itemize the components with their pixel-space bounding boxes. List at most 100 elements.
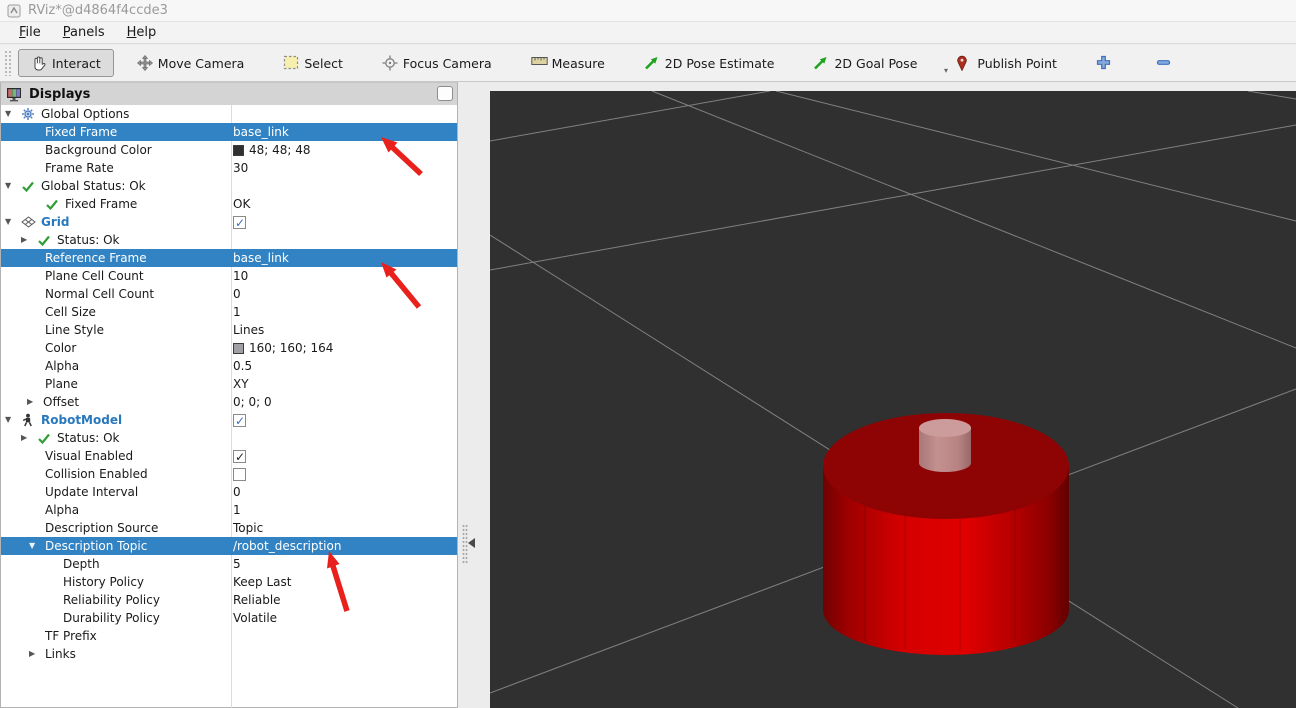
toolbar-button-label: Focus Camera: [403, 56, 492, 71]
property-value[interactable]: 1: [233, 303, 241, 321]
expander-open-icon[interactable]: ▼: [29, 537, 45, 555]
tree-row-line-style[interactable]: Line StyleLines: [1, 321, 457, 339]
tree-row-normal-cell-count[interactable]: Normal Cell Count0: [1, 285, 457, 303]
tree-row-plane[interactable]: Plane XY: [1, 375, 457, 393]
tree-row-history-policy[interactable]: History PolicyKeep Last: [1, 573, 457, 591]
toolbar-button-label: Measure: [552, 56, 605, 71]
property-value[interactable]: /robot_description: [233, 537, 341, 555]
property-value[interactable]: Topic: [233, 519, 263, 537]
property-value[interactable]: ✓: [233, 411, 246, 429]
focus-camera-button[interactable]: Focus Camera: [375, 49, 499, 77]
property-value[interactable]: [233, 465, 246, 483]
expander-closed-icon[interactable]: ▶: [21, 231, 37, 249]
property-value[interactable]: Lines: [233, 321, 264, 339]
property-value[interactable]: 160; 160; 164: [233, 339, 333, 357]
value-text: 1: [233, 501, 241, 519]
render-viewport[interactable]: [490, 91, 1296, 708]
color-swatch: [233, 343, 244, 354]
tree-row-cell-size[interactable]: Cell Size1: [1, 303, 457, 321]
tree-row-fixed-frame[interactable]: Fixed FrameOK: [1, 195, 457, 213]
tree-row-reliability-policy[interactable]: Reliability PolicyReliable: [1, 591, 457, 609]
select-button[interactable]: Select: [276, 49, 350, 77]
property-value[interactable]: 10: [233, 267, 248, 285]
property-value[interactable]: XY: [233, 375, 249, 393]
property-value[interactable]: ✓: [233, 213, 246, 231]
property-value[interactable]: OK: [233, 195, 250, 213]
property-value[interactable]: 0.5: [233, 357, 252, 375]
interact-button[interactable]: Interact: [18, 49, 114, 77]
expander-closed-icon[interactable]: ▶: [21, 429, 37, 447]
plus-button[interactable]: [1089, 49, 1124, 77]
property-label: Background Color: [45, 141, 152, 159]
value-text: 0: [233, 285, 241, 303]
tree-row-grid[interactable]: ▼Grid✓: [1, 213, 457, 231]
tree-row-status-ok[interactable]: ▶Status: Ok: [1, 231, 457, 249]
minus-button[interactable]: [1149, 49, 1184, 77]
property-value[interactable]: Reliable: [233, 591, 281, 609]
menu-item-file[interactable]: File: [10, 23, 50, 42]
color-value-text: 48; 48; 48: [249, 141, 311, 159]
tree-row-global-status-ok[interactable]: ▼Global Status: Ok: [1, 177, 457, 195]
tree-row-fixed-frame[interactable]: Fixed Framebase_link: [1, 123, 457, 141]
tree-row-color[interactable]: Color160; 160; 164: [1, 339, 457, 357]
checkbox-checked[interactable]: ✓: [233, 216, 246, 229]
checkbox-checked[interactable]: ✓: [233, 450, 246, 463]
expander-open-icon[interactable]: ▼: [5, 105, 21, 123]
toolbar-drag-handle[interactable]: [4, 50, 12, 76]
toolbar-overflow-arrow[interactable]: ▾: [944, 66, 948, 75]
property-value[interactable]: Keep Last: [233, 573, 291, 591]
tree-row-status-ok[interactable]: ▶Status: Ok: [1, 429, 457, 447]
checkbox-checked[interactable]: ✓: [233, 414, 246, 427]
tree-row-visual-enabled[interactable]: Visual Enabled✓: [1, 447, 457, 465]
property-label: Plane: [45, 375, 78, 393]
property-value[interactable]: 0: [233, 285, 241, 303]
expander-open-icon[interactable]: ▼: [5, 213, 21, 231]
tree-row-global-options[interactable]: ▼Global Options: [1, 105, 457, 123]
tree-row-robotmodel[interactable]: ▼RobotModel✓: [1, 411, 457, 429]
tree-row-update-interval[interactable]: Update Interval0: [1, 483, 457, 501]
property-value[interactable]: ✓: [233, 447, 246, 465]
color-swatch: [233, 145, 244, 156]
tree-row-tf-prefix[interactable]: TF Prefix: [1, 627, 457, 645]
menu-item-panels[interactable]: Panels: [54, 23, 114, 42]
tree-row-background-color[interactable]: Background Color 48; 48; 48: [1, 141, 457, 159]
expander-open-icon[interactable]: ▼: [5, 411, 21, 429]
measure-button[interactable]: Measure: [524, 49, 612, 77]
tree-row-offset[interactable]: ▶Offset0; 0; 0: [1, 393, 457, 411]
2d-pose-estimate-button[interactable]: 2D Pose Estimate: [637, 49, 782, 77]
tree-row-reference-frame[interactable]: Reference Framebase_link: [1, 249, 457, 267]
property-value[interactable]: 0; 0; 0: [233, 393, 272, 411]
2d-goal-pose-button[interactable]: 2D Goal Pose: [806, 49, 924, 77]
displays-panel-titlebar[interactable]: Displays: [1, 83, 457, 105]
menu-item-help[interactable]: Help: [118, 23, 166, 42]
expander-open-icon[interactable]: ▼: [5, 177, 21, 195]
checkbox-unchecked[interactable]: [233, 468, 246, 481]
tree-row-durability-policy[interactable]: Durability PolicyVolatile: [1, 609, 457, 627]
property-value[interactable]: Volatile: [233, 609, 277, 627]
property-value[interactable]: 48; 48; 48: [233, 141, 311, 159]
menubar: FilePanelsHelp: [0, 22, 1296, 44]
tree-row-description-source[interactable]: Description SourceTopic: [1, 519, 457, 537]
tree-row-alpha[interactable]: Alpha1: [1, 501, 457, 519]
property-value[interactable]: 30: [233, 159, 248, 177]
tree-row-links[interactable]: ▶Links: [1, 645, 457, 663]
panel-float-button[interactable]: [437, 86, 453, 101]
publish-point-button[interactable]: Publish Point: [949, 49, 1064, 77]
tree-row-description-topic[interactable]: ▼Description Topic/robot_description: [1, 537, 457, 555]
tree-row-depth[interactable]: Depth5: [1, 555, 457, 573]
property-value[interactable]: 0: [233, 483, 241, 501]
property-value[interactable]: base_link: [233, 123, 289, 141]
tree-row-frame-rate[interactable]: Frame Rate30: [1, 159, 457, 177]
property-value[interactable]: 1: [233, 501, 241, 519]
tree-row-plane-cell-count[interactable]: Plane Cell Count10: [1, 267, 457, 285]
value-text: 0.5: [233, 357, 252, 375]
expander-closed-icon[interactable]: ▶: [27, 393, 43, 411]
tree-row-alpha[interactable]: Alpha 0.5: [1, 357, 457, 375]
property-value[interactable]: 5: [233, 555, 241, 573]
expander-closed-icon[interactable]: ▶: [29, 645, 45, 663]
property-value[interactable]: base_link: [233, 249, 289, 267]
tree-row-collision-enabled[interactable]: Collision Enabled: [1, 465, 457, 483]
move-camera-button[interactable]: Move Camera: [130, 49, 252, 77]
property-label: Alpha: [45, 357, 79, 375]
panel-collapse-arrow-icon[interactable]: [468, 538, 475, 548]
